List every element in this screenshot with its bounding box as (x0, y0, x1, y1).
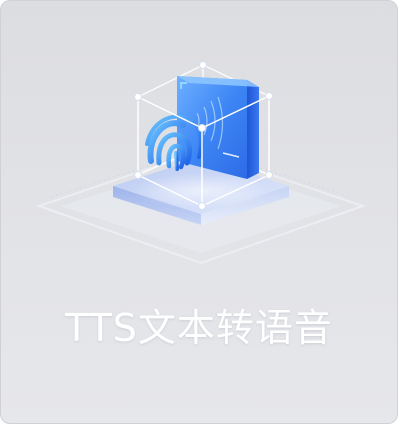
card-title: TTS文本转语音 (65, 306, 333, 350)
tts-fingerprint-cube-icon (35, 61, 367, 265)
tts-feature-card[interactable]: TTS文本转语音 (0, 0, 398, 424)
